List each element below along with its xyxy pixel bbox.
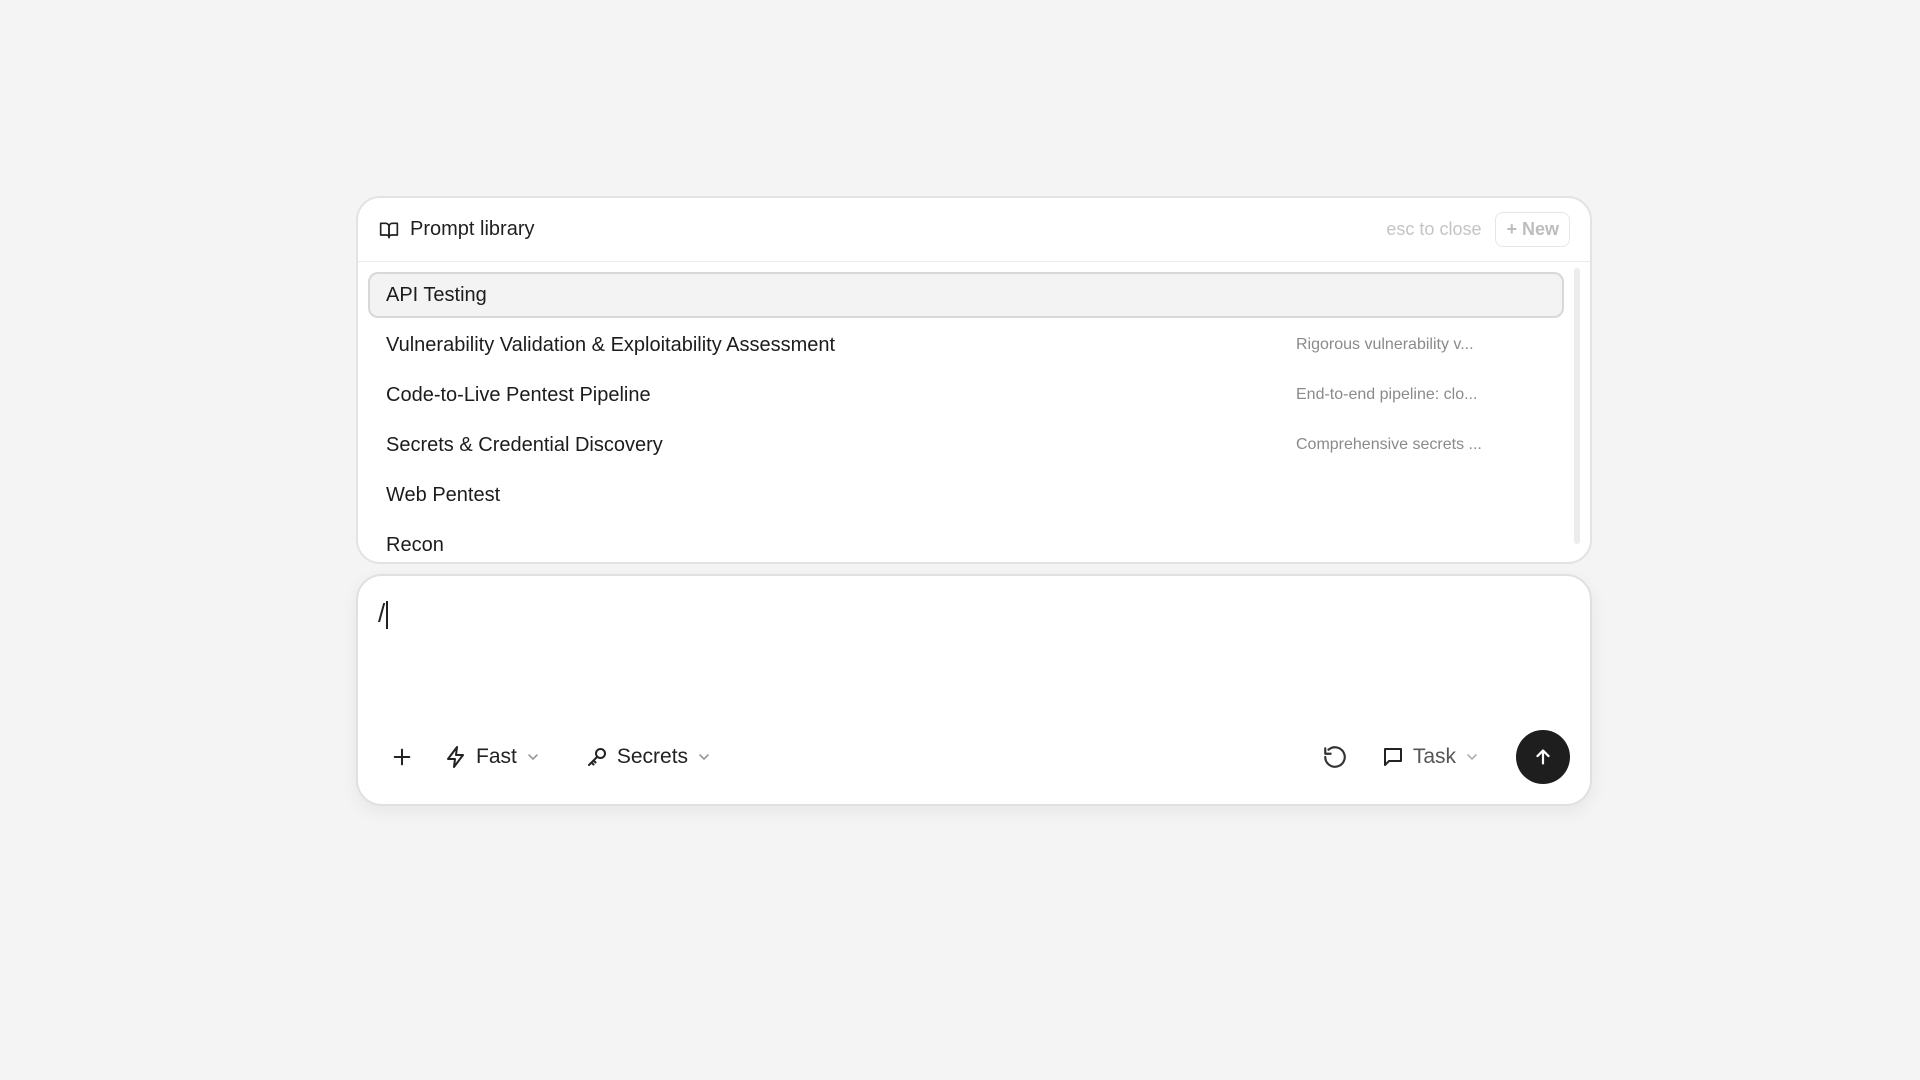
prompt-item-api-testing[interactable]: API Testing [368,272,1564,318]
prompt-list: API Testing Vulnerability Validation & E… [368,272,1564,562]
prompt-item-name: Code-to-Live Pentest Pipeline [386,383,651,406]
prompt-item-vulnerability-validation[interactable]: Vulnerability Validation & Exploitabilit… [368,322,1564,368]
esc-hint: esc to close [1386,219,1482,239]
prompt-library-title: Prompt library [410,218,535,240]
prompt-item-name: Vulnerability Validation & Exploitabilit… [386,333,836,356]
prompt-item-web-pentest[interactable]: Web Pentest [368,472,1564,518]
rotate-ccw-icon[interactable] [1315,737,1355,777]
chevron-down-icon [525,749,541,765]
message-square-icon [1381,745,1405,769]
send-button[interactable] [1516,730,1570,784]
prompt-input-value: / [378,598,386,628]
task-label: Task [1412,745,1456,768]
prompt-library-panel: Prompt library esc to close + New API Te… [356,196,1592,564]
plus-icon[interactable] [382,737,422,777]
prompt-item-name: Secrets & Credential Discovery [386,433,663,456]
chat-composer: / Fast Secrets Task [356,574,1592,806]
arrow-up-icon [1532,746,1554,768]
new-prompt-button[interactable]: + New [1495,212,1570,247]
prompt-input[interactable]: / [378,598,1558,678]
prompt-item-name: Web Pentest [386,483,501,506]
prompt-library-header: Prompt library esc to close + New [358,198,1590,262]
book-open-icon [378,219,400,241]
prompt-item-name: API Testing [386,283,487,306]
mode-label: Fast [476,745,517,768]
prompt-item-recon[interactable]: Recon [368,522,1564,562]
prompt-item-secrets-discovery[interactable]: Secrets & Credential Discovery Comprehen… [368,422,1564,468]
prompt-item-desc: Comprehensive secrets ... [1296,436,1482,453]
text-caret [386,601,389,630]
lightning-bolt-icon [444,745,468,769]
key-icon [585,745,609,769]
task-selector[interactable]: Task [1381,745,1480,769]
chevron-down-icon [696,749,712,765]
secrets-selector[interactable]: Secrets [585,745,712,769]
prompt-item-desc: End-to-end pipeline: clo... [1296,386,1478,403]
prompt-item-name: Recon [386,533,444,556]
prompt-list-scrollbar[interactable] [1574,268,1580,544]
chevron-down-icon [1464,749,1480,765]
prompt-item-desc: Rigorous vulnerability v... [1296,336,1474,353]
prompt-item-code-to-live[interactable]: Code-to-Live Pentest Pipeline End-to-end… [368,372,1564,418]
composer-toolbar: Fast Secrets Task [378,730,1570,784]
secrets-label: Secrets [616,745,689,768]
mode-selector[interactable]: Fast [444,745,541,769]
